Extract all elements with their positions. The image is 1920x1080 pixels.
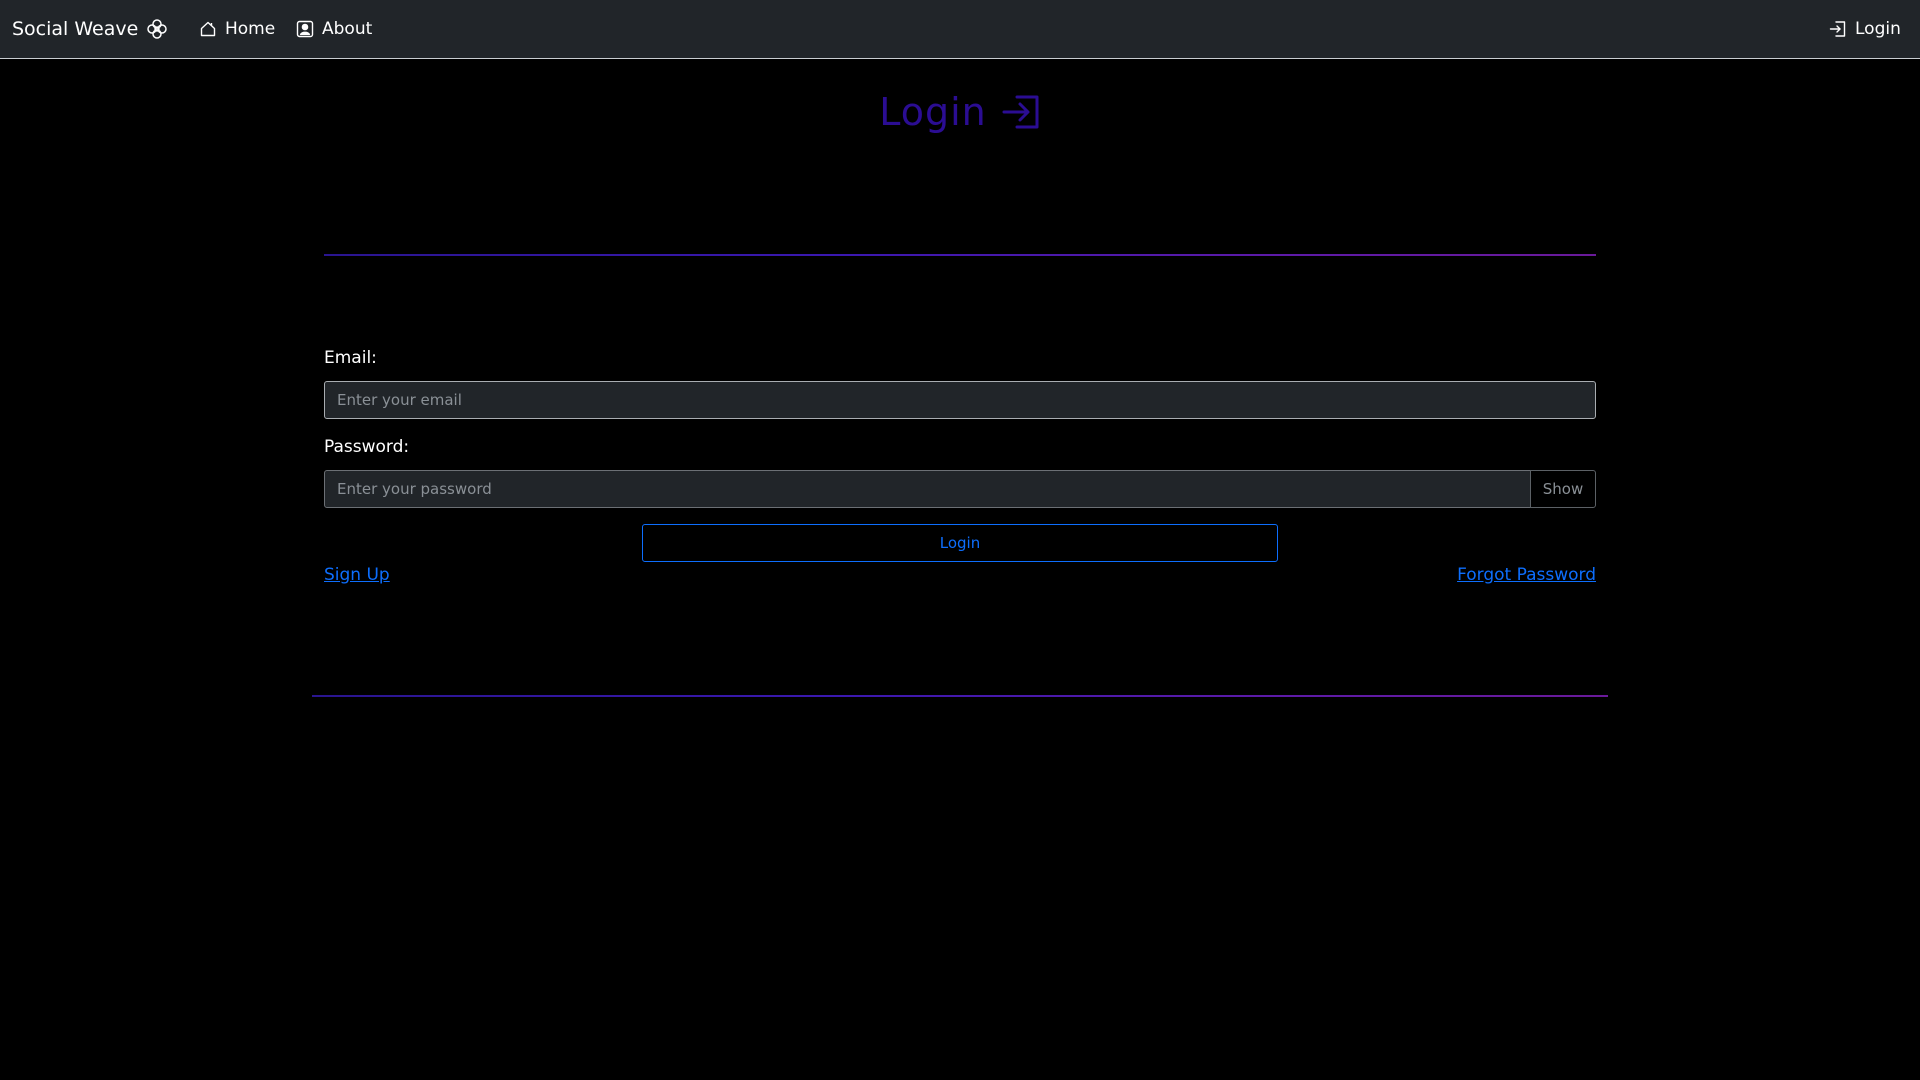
forgot-password-link[interactable]: Forgot Password — [1457, 565, 1596, 585]
person-badge-icon — [296, 20, 314, 38]
password-field[interactable] — [324, 470, 1532, 508]
bottom-divider — [312, 695, 1608, 697]
show-password-button[interactable]: Show — [1530, 470, 1596, 508]
sign-up-link[interactable]: Sign Up — [324, 565, 390, 585]
page-title-text: Login — [879, 90, 987, 134]
brand[interactable]: Social Weave — [12, 16, 168, 42]
box-arrow-in-right-icon — [1002, 95, 1039, 129]
login-button[interactable]: Login — [642, 524, 1278, 562]
nav-home-label: Home — [225, 19, 276, 39]
brand-name: Social Weave — [12, 18, 139, 40]
house-icon — [200, 21, 216, 37]
top-divider — [324, 254, 1596, 256]
page-title: Login — [0, 84, 1920, 140]
nav-home-link[interactable]: Home — [199, 16, 275, 42]
navbar: Social Weave Home About Login — [0, 0, 1920, 59]
nav-about-label: About — [322, 19, 373, 39]
password-label: Password: — [324, 437, 410, 457]
box-arrow-in-right-icon — [1829, 21, 1846, 37]
nav-about-link[interactable]: About — [296, 16, 372, 42]
email-label: Email: — [324, 348, 377, 368]
email-field[interactable] — [324, 381, 1596, 419]
flower-icon — [147, 19, 168, 39]
nav-login-label: Login — [1855, 19, 1901, 39]
nav-login-link[interactable]: Login — [1829, 16, 1901, 42]
